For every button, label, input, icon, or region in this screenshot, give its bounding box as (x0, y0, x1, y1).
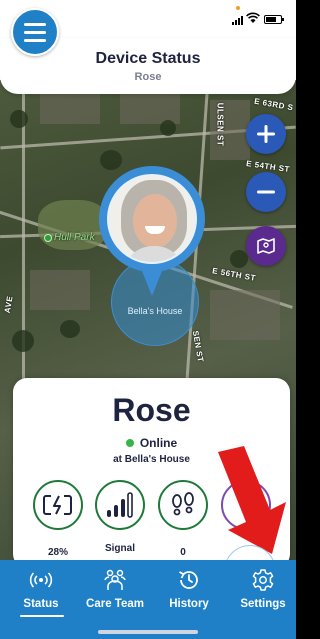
battery-level-label: 28% (47, 547, 68, 558)
hamburger-icon (24, 22, 46, 26)
park-label: Hull Park (44, 232, 95, 243)
signal-wave-icon (29, 572, 53, 588)
battery-icon (264, 15, 284, 24)
tab-settings[interactable]: Settings (226, 568, 296, 628)
battery-metric[interactable] (33, 480, 83, 530)
tab-history-label: History (169, 598, 209, 610)
zoom-in-button[interactable] (246, 114, 286, 154)
device-owner-name: Rose (112, 392, 191, 428)
red-arrow-annotation (218, 446, 286, 554)
tab-history[interactable]: History (152, 568, 226, 628)
tab-care-team[interactable]: Care Team (78, 568, 152, 628)
active-tab-indicator (20, 615, 64, 617)
avatar[interactable] (107, 174, 197, 264)
signal-label: Signal (104, 543, 135, 554)
street-label: E 63RD S (253, 96, 295, 113)
street-label: ULSEN ST (215, 102, 225, 147)
battery-charging-icon (43, 495, 72, 515)
signal-bars-icon (107, 492, 133, 518)
home-indicator (98, 630, 198, 634)
plus-icon (257, 125, 275, 143)
cellular-signal-icon (232, 16, 243, 25)
gear-icon (252, 569, 274, 591)
street-label: E 56TH ST (211, 266, 257, 283)
map-type-button[interactable] (246, 226, 286, 266)
street-label: SEN ST (190, 330, 206, 363)
bottom-navigation: Status Care Team History Settings (0, 560, 296, 639)
minus-icon (257, 190, 275, 194)
online-dot-icon (125, 439, 134, 447)
signal-metric[interactable] (95, 480, 145, 530)
tab-settings-label: Settings (240, 598, 286, 610)
status-text: Online (139, 436, 178, 450)
zoom-out-button[interactable] (246, 172, 286, 212)
care-team-icon (104, 569, 126, 590)
folded-map-icon (257, 238, 275, 254)
footprints-icon (172, 492, 194, 516)
tab-care-team-label: Care Team (86, 598, 144, 610)
tab-status[interactable]: Status (4, 568, 78, 628)
geofence-label: Bella's House (127, 306, 183, 316)
menu-button[interactable] (11, 8, 59, 56)
street-label: AVE (2, 295, 15, 314)
orange-dot-indicator (236, 6, 240, 10)
tab-status-label: Status (23, 598, 59, 610)
history-icon (179, 571, 198, 589)
page-subtitle: Rose (134, 71, 162, 83)
wifi-icon (246, 12, 260, 23)
park-marker-icon (44, 233, 52, 242)
device-status-screen: Hull Park E 63RD S ULSEN ST E 54TH ST E … (0, 0, 296, 639)
